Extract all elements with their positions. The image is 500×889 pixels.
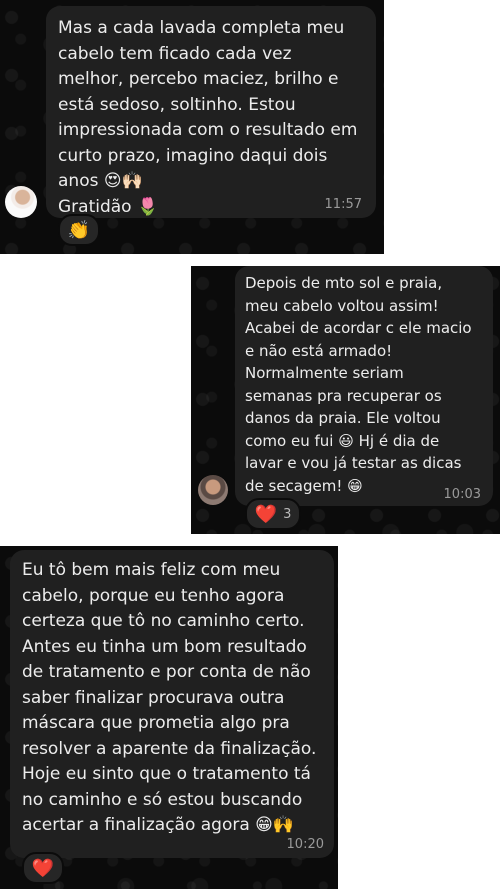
chat-screenshot-1: Mas a cada lavada completa meu cabelo te…: [0, 0, 384, 254]
avatar[interactable]: [198, 475, 228, 505]
chat-screenshot-3: Eu tô bem mais feliz com meu cabelo, por…: [0, 546, 338, 889]
avatar[interactable]: [5, 186, 37, 218]
message-bubble[interactable]: Mas a cada lavada completa meu cabelo te…: [46, 6, 376, 218]
message-bubble[interactable]: Depois de mto sol e praia, meu cabelo vo…: [235, 266, 493, 506]
reaction-badge[interactable]: ❤️: [22, 852, 64, 884]
message-bubble[interactable]: Eu tô bem mais feliz com meu cabelo, por…: [10, 550, 334, 858]
message-text: Mas a cada lavada completa meu cabelo te…: [58, 18, 358, 217]
chat-screenshot-2: Depois de mto sol e praia, meu cabelo vo…: [191, 266, 500, 534]
message-time: 10:20: [286, 837, 324, 852]
reaction-badge[interactable]: 👏: [58, 214, 100, 246]
reaction-count: 3: [283, 506, 292, 522]
clapping-hands-icon: 👏: [67, 219, 91, 241]
heart-icon: ❤️: [254, 503, 278, 525]
message-text: Depois de mto sol e praia, meu cabelo vo…: [245, 274, 472, 495]
message-time: 11:57: [324, 197, 362, 212]
reaction-badge[interactable]: ❤️ 3: [245, 498, 301, 530]
message-time: 10:03: [443, 487, 481, 502]
heart-icon: ❤️: [31, 857, 55, 879]
message-text: Eu tô bem mais feliz com meu cabelo, por…: [22, 560, 317, 835]
